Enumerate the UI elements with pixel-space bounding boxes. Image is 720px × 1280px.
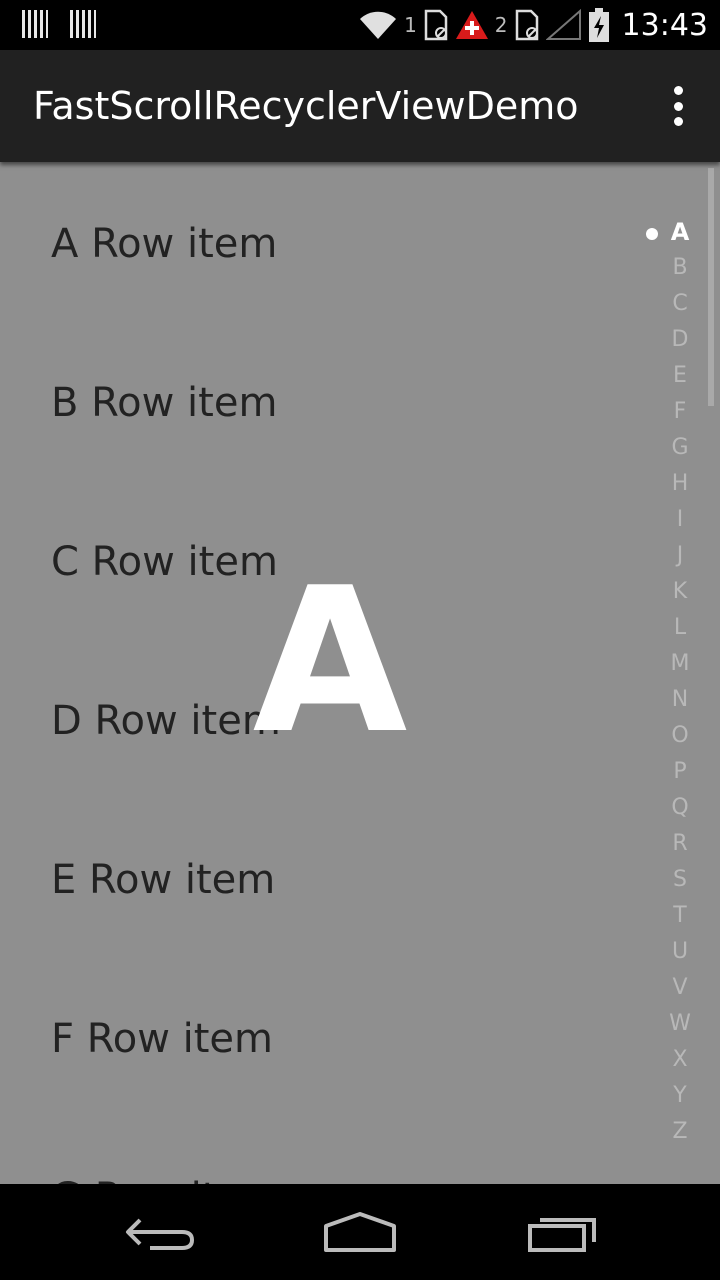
wifi-icon — [360, 11, 397, 39]
index-letter-n[interactable]: N — [660, 682, 700, 718]
index-letter-g[interactable]: G — [660, 430, 700, 466]
index-letter-z[interactable]: Z — [660, 1114, 700, 1150]
barcode-icon — [70, 10, 96, 38]
index-letter-m[interactable]: M — [660, 646, 700, 682]
section-preview-letter: A — [252, 545, 408, 778]
list-item[interactable]: A Row item — [51, 221, 277, 267]
list-item[interactable]: B Row item — [51, 380, 277, 426]
index-letter-q[interactable]: Q — [660, 790, 700, 826]
recent-apps-icon[interactable] — [524, 1206, 604, 1256]
index-letter-d[interactable]: D — [660, 322, 700, 358]
signal-icon — [545, 9, 581, 40]
alphabet-index-bar[interactable]: ABCDEFGHIJKLMNOPQRSTUVWXYZ — [660, 214, 700, 1150]
home-icon[interactable] — [320, 1206, 400, 1256]
status-right-icons: 1 2 13:43 — [358, 6, 708, 44]
navigation-bar — [0, 1184, 720, 1280]
index-letter-y[interactable]: Y — [660, 1078, 700, 1114]
index-letter-r[interactable]: R — [660, 826, 700, 862]
index-letter-w[interactable]: W — [660, 1006, 700, 1042]
sim1-label: 1 — [404, 13, 417, 37]
index-letter-a[interactable]: A — [660, 214, 700, 250]
list-item[interactable]: E Row item — [51, 857, 275, 903]
index-letter-e[interactable]: E — [660, 358, 700, 394]
index-letter-o[interactable]: O — [660, 718, 700, 754]
index-letter-i[interactable]: I — [660, 502, 700, 538]
index-active-indicator — [646, 228, 658, 240]
overflow-dot — [673, 101, 683, 111]
sim2-label: 2 — [494, 13, 508, 37]
index-letter-u[interactable]: U — [660, 934, 700, 970]
recycler-list[interactable]: A Row item B Row item C Row item D Row i… — [0, 162, 720, 1184]
sim-card-icon — [424, 9, 448, 41]
index-letter-j[interactable]: J — [660, 538, 700, 574]
overflow-dot — [673, 86, 683, 95]
index-letter-b[interactable]: B — [660, 250, 700, 286]
overflow-menu-icon[interactable] — [666, 86, 690, 126]
index-letter-c[interactable]: C — [660, 286, 700, 322]
list-item[interactable]: D Row item — [51, 698, 281, 744]
list-item[interactable]: G Row item — [51, 1175, 281, 1184]
screen: 1 2 13:43 FastScrollRecyclerViewDemo A R… — [0, 0, 720, 1280]
status-time: 13:43 — [621, 7, 708, 43]
status-left-icons — [22, 10, 96, 38]
index-letter-s[interactable]: S — [660, 862, 700, 898]
status-bar: 1 2 13:43 — [0, 0, 720, 50]
overflow-dot — [673, 117, 683, 126]
back-icon[interactable] — [120, 1206, 200, 1256]
index-letter-p[interactable]: P — [660, 754, 700, 790]
index-letter-f[interactable]: F — [660, 394, 700, 430]
scrollbar[interactable] — [708, 168, 714, 406]
barcode-icon — [22, 10, 48, 38]
sim-card-icon — [515, 9, 538, 41]
index-letter-x[interactable]: X — [660, 1042, 700, 1078]
app-bar: FastScrollRecyclerViewDemo — [0, 50, 720, 162]
app-title: FastScrollRecyclerViewDemo — [33, 84, 579, 128]
list-item[interactable]: C Row item — [51, 539, 278, 585]
battery-charging-icon — [588, 8, 609, 42]
index-letter-h[interactable]: H — [660, 466, 700, 502]
index-letter-l[interactable]: L — [660, 610, 700, 646]
index-letter-v[interactable]: V — [660, 970, 700, 1006]
warning-icon — [455, 11, 488, 39]
index-letter-k[interactable]: K — [660, 574, 700, 610]
list-item[interactable]: F Row item — [51, 1016, 273, 1062]
index-letter-t[interactable]: T — [660, 898, 700, 934]
